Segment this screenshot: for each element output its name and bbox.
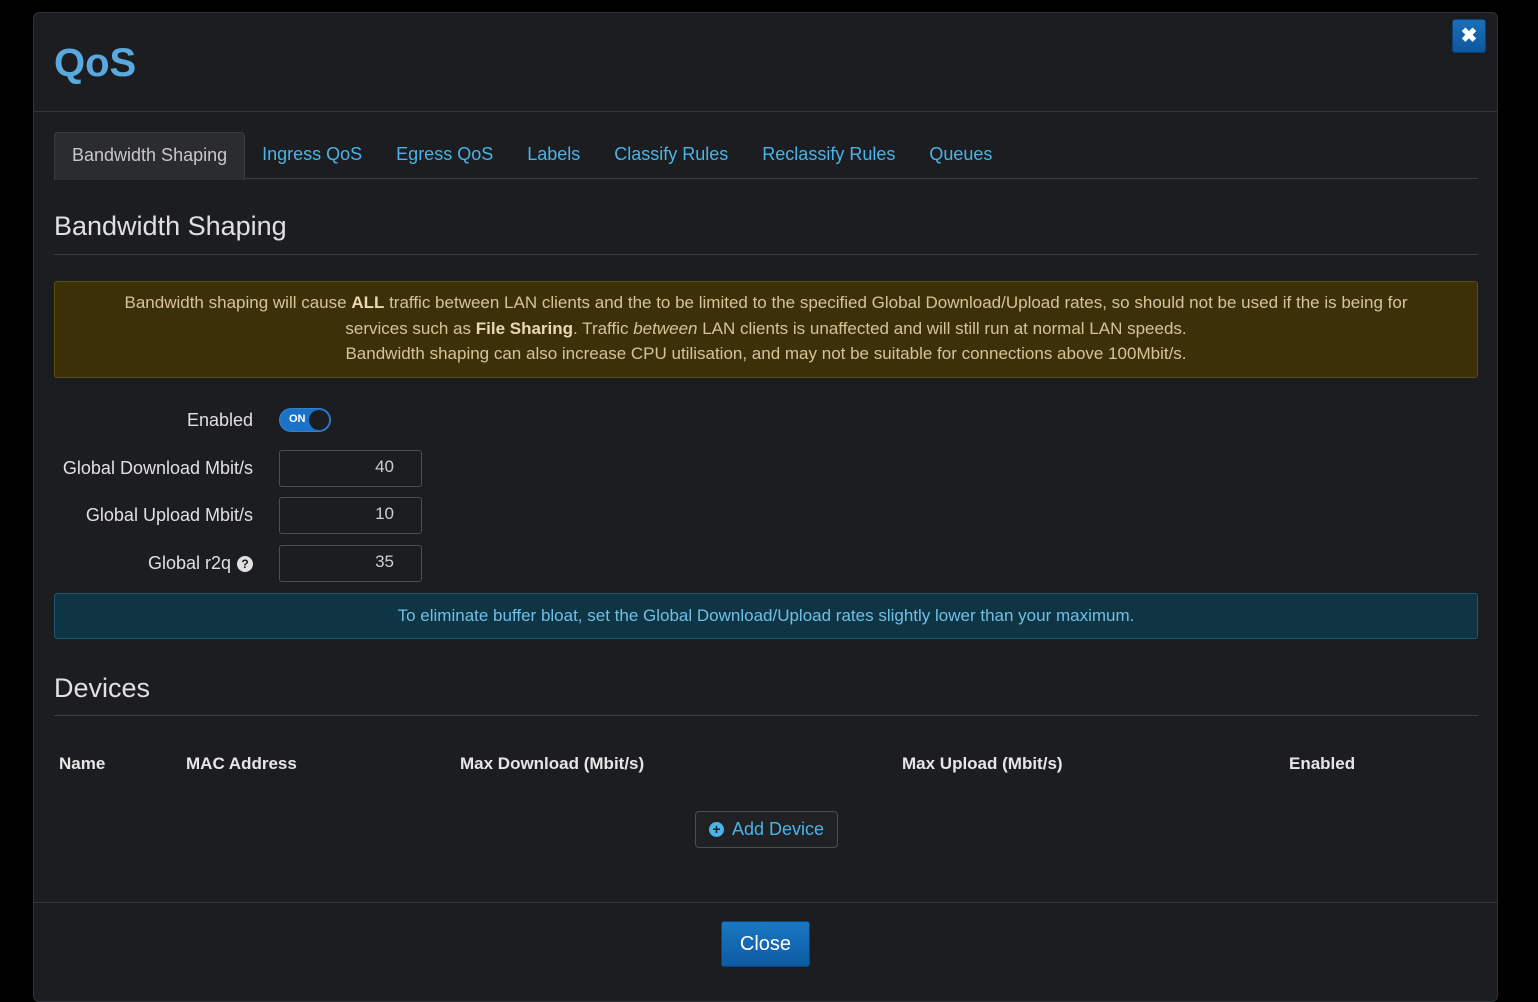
tab-classify-rules[interactable]: Classify Rules [597, 132, 745, 179]
modal-footer: Close [34, 902, 1497, 1002]
warning-line-2: services such as File Sharing. Traffic b… [345, 318, 1187, 338]
toggle-knob [309, 410, 329, 430]
section-divider [54, 715, 1478, 716]
add-device-button[interactable]: + Add Device [695, 811, 838, 848]
column-header-name: Name [59, 754, 106, 773]
tab-bar: Bandwidth Shaping Ingress QoS Egress QoS… [54, 132, 1478, 180]
global-download-label: Global Download Mbit/s [62, 458, 253, 478]
tab-reclassify-rules[interactable]: Reclassify Rules [745, 132, 912, 179]
column-header-max-download: Max Download (Mbit/s) [460, 754, 645, 773]
global-upload-input[interactable] [279, 497, 422, 534]
qos-modal: ✖ QoS Bandwidth Shaping Ingress QoS Egre… [33, 12, 1498, 1002]
tab-bandwidth-shaping[interactable]: Bandwidth Shaping [54, 132, 246, 180]
help-icon[interactable]: ? [237, 556, 253, 572]
global-upload-label: Global Upload Mbit/s [85, 505, 253, 525]
tab-egress-qos[interactable]: Egress QoS [379, 132, 510, 179]
bandwidth-shaping-heading: Bandwidth Shaping [54, 211, 287, 241]
devices-heading: Devices [54, 673, 151, 703]
section-divider [54, 254, 1478, 255]
close-icon[interactable]: ✖ [1452, 19, 1486, 53]
column-header-max-upload: Max Upload (Mbit/s) [902, 754, 1063, 773]
global-download-input[interactable] [279, 450, 422, 487]
modal-title: QoS [54, 41, 137, 85]
close-button[interactable]: Close [721, 921, 810, 967]
bandwidth-warning-alert: Bandwidth shaping will cause ALL traffic… [54, 281, 1478, 378]
column-header-enabled: Enabled [1289, 754, 1356, 773]
global-r2q-input[interactable] [279, 545, 422, 582]
buffer-bloat-info-alert: To eliminate buffer bloat, set the Globa… [54, 593, 1478, 639]
plus-circle-icon: + [708, 822, 724, 837]
enabled-label: Enabled [186, 410, 253, 430]
modal-header: QoS [34, 13, 1497, 112]
add-device-label: Add Device [731, 819, 825, 839]
tab-queues[interactable]: Queues [912, 132, 1009, 179]
tab-labels[interactable]: Labels [510, 132, 597, 179]
tab-ingress-qos[interactable]: Ingress QoS [245, 132, 379, 179]
global-r2q-label: Global r2q? [148, 553, 253, 574]
enabled-toggle[interactable]: ON [279, 408, 331, 432]
warning-line-3: Bandwidth shaping can also increase CPU … [345, 344, 1187, 363]
global-r2q-text: Global r2q [147, 553, 231, 573]
toggle-on-text: ON [289, 413, 306, 425]
column-header-mac-address: MAC Address [186, 754, 297, 773]
warning-line-1: Bandwidth shaping will cause ALL traffic… [124, 293, 1408, 312]
